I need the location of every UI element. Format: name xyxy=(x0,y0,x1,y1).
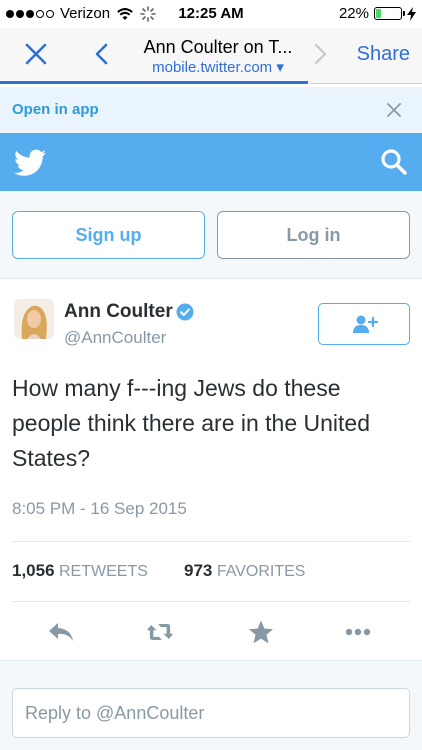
back-chevron-icon[interactable] xyxy=(92,40,112,68)
browser-nav-bar: Ann Coulter on T... mobile.twitter.com ▾… xyxy=(0,28,422,84)
verified-badge-icon xyxy=(176,303,194,321)
nav-bottom-border xyxy=(310,83,422,84)
forward-chevron-icon[interactable] xyxy=(310,40,330,68)
page-load-progress xyxy=(0,81,309,84)
charging-bolt-icon xyxy=(407,6,416,21)
reply-icon[interactable] xyxy=(46,619,76,645)
avatar[interactable] xyxy=(14,299,54,339)
author-handle[interactable]: @AnnCoulter xyxy=(64,328,166,348)
twitter-bird-icon[interactable] xyxy=(14,149,46,177)
dismiss-close-icon[interactable] xyxy=(386,102,402,118)
divider xyxy=(12,601,410,602)
avatar-image xyxy=(14,299,54,339)
open-in-app-banner: Open in app xyxy=(0,87,422,133)
tweet-text: How many f---ing Jews do these people th… xyxy=(12,375,371,471)
favorite-star-icon[interactable] xyxy=(246,619,276,645)
status-bar: Verizon 12:25 AM 22% xyxy=(0,0,422,28)
twitter-header xyxy=(0,133,422,191)
retweets-count: 1,056 xyxy=(12,561,55,580)
favorites-count: 973 xyxy=(184,561,213,580)
status-right: 22% xyxy=(339,5,416,22)
reply-bar: Reply to @AnnCoulter xyxy=(0,662,422,750)
url-dropdown[interactable]: mobile.twitter.com ▾ xyxy=(128,58,308,76)
login-button[interactable]: Log in xyxy=(217,211,410,259)
divider xyxy=(12,541,410,542)
signup-button[interactable]: Sign up xyxy=(12,211,205,259)
battery-percent: 22% xyxy=(338,5,369,22)
tweet-timestamp[interactable]: 8:05 PM - 16 Sep 2015 xyxy=(12,499,187,519)
more-icon[interactable] xyxy=(343,619,373,645)
search-icon[interactable] xyxy=(380,148,408,176)
favorites-stat[interactable]: 973 FAVORITES xyxy=(184,561,305,581)
tweet-card: Ann Coulter @AnnCoulter How many f---ing… xyxy=(0,279,422,661)
retweets-label: RETWEETS xyxy=(59,563,148,580)
close-icon[interactable] xyxy=(22,40,50,68)
tweet-actions xyxy=(0,615,422,649)
auth-bar: Sign up Log in xyxy=(0,191,422,279)
retweets-stat[interactable]: 1,056 RETWEETS xyxy=(12,561,148,580)
battery-icon xyxy=(374,7,405,20)
page-title: Ann Coulter on T... xyxy=(143,37,293,57)
follow-button[interactable] xyxy=(318,303,410,345)
reply-input[interactable]: Reply to @AnnCoulter xyxy=(12,688,410,738)
favorites-label: FAVORITES xyxy=(216,563,306,580)
tweet-stats: 1,056 RETWEETS 973 FAVORITES xyxy=(12,561,305,581)
battery-fill xyxy=(376,9,382,18)
open-in-app-link[interactable]: Open in app xyxy=(12,101,99,118)
follow-user-plus-icon xyxy=(353,315,378,333)
author-name[interactable]: Ann Coulter xyxy=(64,301,173,323)
share-button[interactable]: Share xyxy=(357,43,410,66)
retweet-icon[interactable] xyxy=(145,619,175,645)
